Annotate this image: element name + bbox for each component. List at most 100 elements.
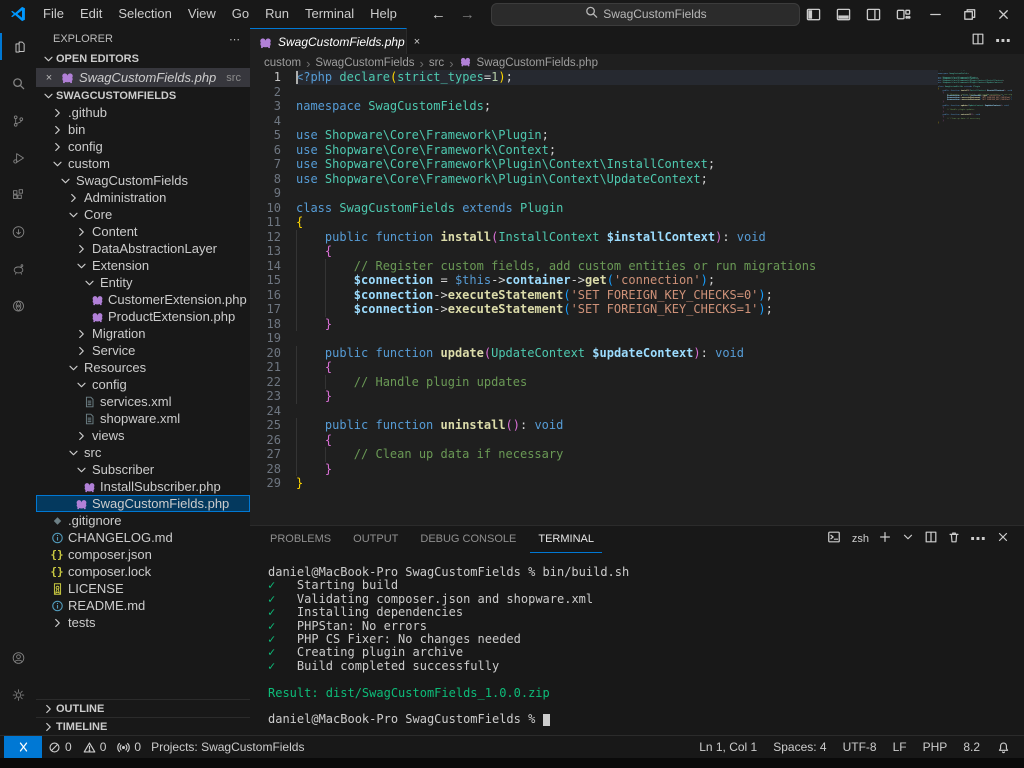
split-editor-icon[interactable]	[971, 32, 985, 51]
tree-item--github[interactable]: .github	[36, 104, 250, 121]
tree-item-shopware-xml[interactable]: shopware.xml	[36, 410, 250, 427]
tree-item-composer-lock[interactable]: {}composer.lock	[36, 563, 250, 580]
layout-panel-icon[interactable]	[830, 3, 856, 25]
status-warning[interactable]: 0	[77, 736, 112, 758]
terminal-icon[interactable]	[827, 530, 841, 549]
status-ln-1-col-1[interactable]: Ln 1, Col 1	[694, 736, 762, 758]
tree-item-bin[interactable]: bin	[36, 121, 250, 138]
tree-item-service[interactable]: Service	[36, 342, 250, 359]
activity-pot-icon[interactable]	[0, 250, 36, 287]
activity-run-debug-icon[interactable]	[0, 139, 36, 176]
tree-item-customerextension-php[interactable]: CustomerExtension.php	[36, 291, 250, 308]
restore-icon[interactable]	[954, 1, 984, 27]
breadcrumb-item[interactable]: SwagCustomFields.php	[477, 57, 598, 69]
status-broadcast[interactable]: 0	[111, 736, 146, 758]
status-bell[interactable]	[991, 736, 1016, 758]
menu-selection[interactable]: Selection	[110, 3, 179, 25]
activity-source-control-icon[interactable]	[0, 102, 36, 139]
panel-tab-debug-console[interactable]: DEBUG CONSOLE	[412, 526, 524, 552]
tree-item-config[interactable]: config	[36, 138, 250, 155]
menu-file[interactable]: File	[35, 3, 72, 25]
tree-item--gitignore[interactable]: .gitignore	[36, 512, 250, 529]
panel-tab-terminal[interactable]: TERMINAL	[530, 526, 602, 553]
tree-item-entity[interactable]: Entity	[36, 274, 250, 291]
terminal-output[interactable]: daniel@MacBook-Pro SwagCustomFields % bi…	[268, 566, 1014, 727]
close-icon[interactable]	[996, 530, 1010, 549]
breadcrumb-item[interactable]: SwagCustomFields	[315, 57, 414, 69]
back-arrow-icon[interactable]: ←	[431, 6, 446, 23]
status-utf-8[interactable]: UTF-8	[838, 736, 882, 758]
tree-item-changelog-md[interactable]: CHANGELOG.md	[36, 529, 250, 546]
menu-view[interactable]: View	[180, 3, 224, 25]
activity-segmented-circle-icon[interactable]	[0, 287, 36, 324]
layout-sidebar-right-icon[interactable]	[860, 3, 886, 25]
tree-item-dataabstractionlayer[interactable]: DataAbstractionLayer	[36, 240, 250, 257]
status-remote[interactable]	[4, 736, 42, 758]
status-php[interactable]: PHP	[918, 736, 953, 758]
tree-item-src[interactable]: src	[36, 444, 250, 461]
menu-go[interactable]: Go	[224, 3, 257, 25]
customize-layout-icon[interactable]	[890, 3, 916, 25]
tab-swagcustomfields[interactable]: SwagCustomFields.php ×	[250, 28, 407, 55]
chevron-down-icon[interactable]	[901, 530, 915, 549]
tree-item-content[interactable]: Content	[36, 223, 250, 240]
status-lf[interactable]: LF	[888, 736, 912, 758]
menu-edit[interactable]: Edit	[72, 3, 110, 25]
close-icon[interactable]	[988, 1, 1018, 27]
explorer-actions-icon[interactable]: ⋯	[229, 33, 240, 46]
tree-root-folder[interactable]: SWAGCUSTOMFIELDS	[36, 87, 250, 104]
activity-account-icon[interactable]	[0, 639, 36, 676]
tree-item-installsubscriber-php[interactable]: InstallSubscriber.php	[36, 478, 250, 495]
minimap[interactable]: <?php declare(strict_types=1); namespace…	[938, 70, 1012, 125]
breadcrumb-item[interactable]: src	[429, 57, 444, 69]
breadcrumb-item[interactable]: custom	[264, 57, 301, 69]
activity-extensions-icon[interactable]	[0, 176, 36, 213]
tree-item-readme-md[interactable]: README.md	[36, 597, 250, 614]
tree-item-services-xml[interactable]: services.xml	[36, 393, 250, 410]
layout-sidebar-left-icon[interactable]	[800, 3, 826, 25]
menu-terminal[interactable]: Terminal	[297, 3, 362, 25]
tree-item-resources[interactable]: Resources	[36, 359, 250, 376]
menu-run[interactable]: Run	[257, 3, 297, 25]
ellipsis-icon[interactable]: ⋯	[995, 31, 1012, 51]
code-area[interactable]: <?php declare(strict_types=1); namespace…	[296, 70, 938, 491]
tree-item-custom[interactable]: custom	[36, 155, 250, 172]
forward-arrow-icon[interactable]: →	[460, 6, 475, 23]
status-spaces-4[interactable]: Spaces: 4	[768, 736, 831, 758]
status-8-2[interactable]: 8.2	[958, 736, 985, 758]
tree-item-subscriber[interactable]: Subscriber	[36, 461, 250, 478]
tree-item-tests[interactable]: tests	[36, 614, 250, 631]
activity-settings-gear-icon[interactable]	[0, 676, 36, 713]
panel-tab-problems[interactable]: PROBLEMS	[262, 526, 339, 552]
tree-item-extension[interactable]: Extension	[36, 257, 250, 274]
status-projects-swagcustomfields[interactable]: Projects: SwagCustomFields	[146, 736, 309, 758]
section-outline[interactable]: OUTLINE	[36, 699, 250, 717]
trash-icon[interactable]	[947, 530, 961, 549]
command-center-search[interactable]: SwagCustomFields	[491, 3, 800, 26]
tree-item-views[interactable]: views	[36, 427, 250, 444]
menu-help[interactable]: Help	[362, 3, 405, 25]
tree-item-core[interactable]: Core	[36, 206, 250, 223]
panel-tab-output[interactable]: OUTPUT	[345, 526, 406, 552]
open-editor-item[interactable]: × SwagCustomFields.php src	[36, 68, 250, 87]
tree-item-swagcustomfields[interactable]: SwagCustomFields	[36, 172, 250, 189]
section-timeline[interactable]: TIMELINE	[36, 717, 250, 735]
plus-icon[interactable]	[878, 530, 892, 549]
close-icon[interactable]: ×	[42, 72, 56, 84]
activity-download-circle-icon[interactable]	[0, 213, 36, 250]
close-icon[interactable]: ×	[414, 36, 420, 48]
tree-item-composer-json[interactable]: {}composer.json	[36, 546, 250, 563]
open-editors-header[interactable]: OPEN EDITORS	[36, 50, 250, 68]
ellipsis-icon[interactable]: ⋯	[970, 529, 987, 549]
tree-item-config[interactable]: config	[36, 376, 250, 393]
tree-item-swagcustomfields-php[interactable]: SwagCustomFields.php	[36, 495, 250, 512]
minimize-icon[interactable]	[920, 1, 950, 27]
tree-item-administration[interactable]: Administration	[36, 189, 250, 206]
tree-item-productextension-php[interactable]: ProductExtension.php	[36, 308, 250, 325]
status-error[interactable]: 0	[42, 736, 77, 758]
activity-files-icon[interactable]	[0, 28, 36, 65]
split-editor-icon[interactable]	[924, 530, 938, 549]
activity-search-icon[interactable]	[0, 65, 36, 102]
tree-item-migration[interactable]: Migration	[36, 325, 250, 342]
tree-item-license[interactable]: LICENSE	[36, 580, 250, 597]
